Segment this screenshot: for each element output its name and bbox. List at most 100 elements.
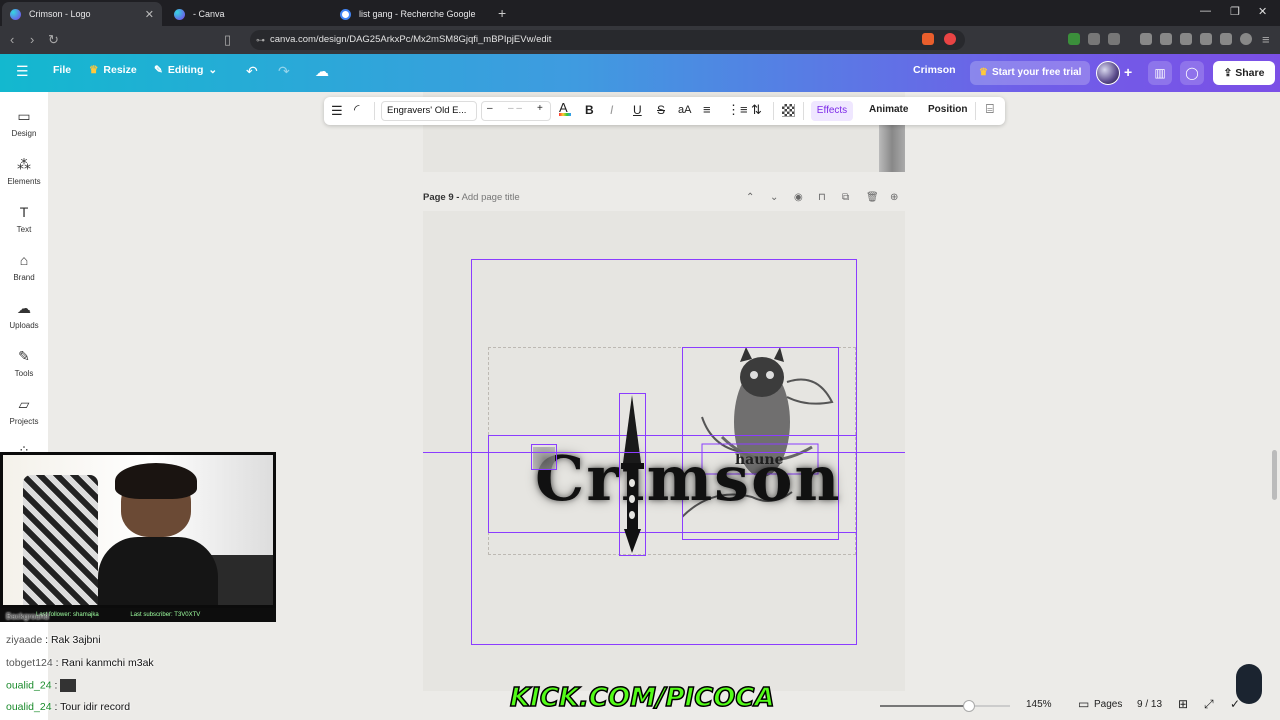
animate-button[interactable]: Animate [869, 104, 908, 115]
delete-page-icon[interactable]: 🗑 [866, 192, 879, 203]
ornament-selection[interactable] [531, 444, 557, 470]
rewards-icon[interactable] [944, 33, 956, 45]
bold-button[interactable]: B [585, 103, 594, 117]
brave-shield-icon[interactable] [922, 33, 934, 45]
curve-text-icon[interactable]: ◜ [354, 101, 359, 118]
bookmark-icon[interactable]: ▯ [224, 32, 231, 48]
text-icon: T [19, 204, 29, 220]
rail-item-elements[interactable]: ⁂ Elements [0, 156, 48, 186]
add-page-icon[interactable]: ⊕ [890, 192, 898, 203]
channel-logo [1236, 664, 1262, 704]
rail-label: Brand [13, 273, 35, 282]
scrollbar[interactable] [1272, 450, 1277, 500]
chevron-up-icon[interactable]: ⌃ [746, 192, 754, 203]
sidebar-icon[interactable] [1180, 33, 1192, 45]
elements-icon: ⁂ [17, 156, 31, 172]
tab-google[interactable]: list gang - Recherche Google [332, 2, 497, 26]
tab-crimson-logo[interactable]: Crimson - Logo ✕ [2, 2, 162, 26]
decrease-size-button[interactable]: – [487, 103, 493, 114]
duplicate-page-icon[interactable]: ⧉ [842, 192, 849, 203]
grid-view-icon[interactable]: ⊞ [1178, 697, 1188, 711]
spacing-icon[interactable]: ⇅ [751, 102, 762, 118]
minimize-icon[interactable]: — [1200, 5, 1211, 17]
page-label: Page 9 - Add page title [423, 192, 520, 203]
italic-button[interactable]: I [610, 103, 613, 117]
chat-message: tobget124 : Rani kanmchi m3ak [6, 657, 154, 669]
design-title[interactable]: Crimson [913, 64, 956, 76]
new-tab-icon[interactable]: + [498, 5, 506, 21]
cloud-save-icon[interactable]: ☁ [315, 63, 329, 80]
add-page-title[interactable]: Add page title [462, 192, 520, 203]
projects-icon: ▱ [18, 396, 30, 412]
background-label: Background [6, 612, 49, 621]
text-align-icon[interactable]: ≡ [703, 102, 711, 117]
rail-item-brand[interactable]: ⌂ Brand [0, 252, 48, 282]
comment-icon[interactable]: ◯ [1180, 61, 1204, 85]
rail-item-text[interactable]: T Text [0, 204, 48, 234]
canva-icon [10, 8, 21, 20]
share-button[interactable]: ⇪ Share [1213, 61, 1275, 85]
pages-button[interactable]: Pages [1094, 699, 1122, 710]
hamburger-menu-icon[interactable]: ☰ [16, 63, 29, 80]
file-menu[interactable]: File [53, 64, 71, 76]
list-icon[interactable]: ⋮≡ [727, 102, 748, 118]
letter-case-button[interactable]: aA [678, 104, 691, 116]
start-trial-button[interactable]: ♛ Start your free trial [970, 61, 1091, 85]
avatar[interactable] [1096, 61, 1120, 85]
strikethrough-button[interactable]: S [657, 103, 665, 117]
hide-page-icon[interactable]: ◉ [794, 192, 803, 203]
resize-button[interactable]: ♛ Resize [89, 64, 137, 76]
rail-item-projects[interactable]: ▱ Projects [0, 396, 48, 426]
dagger-selection[interactable] [619, 393, 646, 556]
extensions-icon[interactable] [1088, 33, 1100, 45]
google-icon [340, 8, 351, 20]
leo-icon[interactable] [1220, 33, 1232, 45]
position-button[interactable]: Position [928, 104, 967, 115]
vpn-icon[interactable] [1240, 33, 1252, 45]
pages-icon[interactable]: ▭ [1078, 697, 1089, 711]
underline-button[interactable]: U [633, 103, 642, 117]
rail-item-design[interactable]: ▭ Design [0, 108, 48, 138]
url-field[interactable]: ⊶ canva.com/design/DAG25ArkxPc/Mx2mSM8Gj… [250, 30, 965, 50]
zoom-slider[interactable] [880, 700, 1010, 712]
puzzle-icon[interactable] [1160, 33, 1172, 45]
tools-icon: ✎ [18, 348, 30, 364]
font-size-input[interactable]: – – [508, 103, 522, 114]
redo-icon[interactable]: ↷ [278, 63, 290, 80]
editing-dropdown[interactable]: ✎ Editing ⌄ [154, 64, 217, 76]
wallet-icon[interactable] [1200, 33, 1212, 45]
tab-canva[interactable]: - Canva [166, 2, 331, 26]
extension-icon[interactable] [1068, 33, 1080, 45]
back-icon[interactable]: ‹ [10, 32, 14, 47]
text-color-icon[interactable]: A [559, 100, 571, 116]
menu-icon[interactable]: ≡ [1262, 32, 1270, 47]
zoom-level[interactable]: 145% [1026, 699, 1052, 710]
rail-item-tools[interactable]: ✎ Tools [0, 348, 48, 378]
fullscreen-icon[interactable]: ⤢ [1204, 697, 1214, 712]
reload-icon[interactable]: ↻ [48, 32, 59, 48]
chat-emote [60, 679, 77, 692]
lock-icon[interactable]: ⊓ [818, 192, 826, 203]
forward-icon[interactable]: › [30, 32, 34, 47]
close-icon[interactable]: ✕ [145, 8, 154, 21]
download-icon[interactable] [1140, 33, 1152, 45]
increase-size-button[interactable]: + [537, 103, 543, 114]
zoom-slider-handle[interactable] [963, 700, 975, 712]
site-info-icon[interactable]: ⊶ [256, 30, 265, 50]
canva-icon [174, 8, 185, 20]
chevron-down-icon[interactable]: ⌄ [770, 192, 778, 203]
undo-icon[interactable]: ↶ [246, 63, 258, 80]
insights-icon[interactable]: ▥ [1148, 61, 1172, 85]
rail-item-uploads[interactable]: ☁ Uploads [0, 300, 48, 330]
effects-button[interactable]: Effects [811, 101, 853, 121]
add-collaborator-icon[interactable]: + [1124, 64, 1132, 80]
chat-user: oualid_24 [6, 679, 52, 692]
font-selector[interactable]: Engravers' Old E... [381, 101, 477, 121]
align-menu-icon[interactable]: ☰ [331, 103, 343, 119]
window-close-icon[interactable]: ✕ [1258, 5, 1267, 18]
side-rail: ▭ Design ⁂ Elements T Text ⌂ Brand ☁ Upl… [0, 92, 48, 720]
screenshot-icon[interactable] [1108, 33, 1120, 45]
copy-style-icon[interactable]: ⌸ [986, 101, 994, 117]
maximize-icon[interactable]: ❐ [1230, 5, 1240, 18]
transparency-icon[interactable] [782, 104, 795, 117]
